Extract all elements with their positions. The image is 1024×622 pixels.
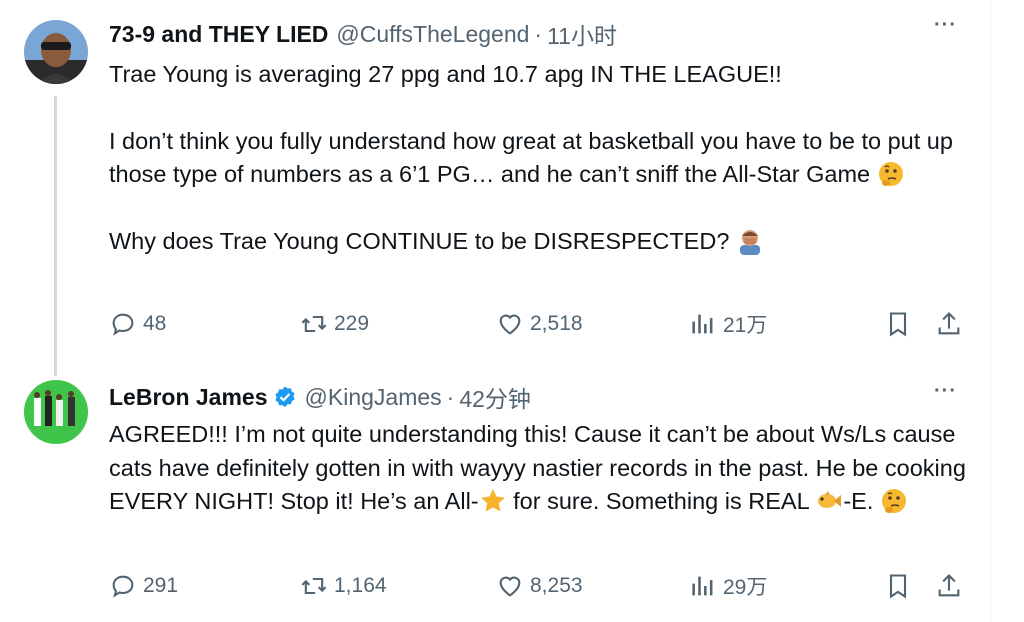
repost-count: 1,164 <box>334 574 387 597</box>
views-button[interactable]: 29万 <box>689 568 767 604</box>
share-icon <box>938 574 960 597</box>
tweet-header: LeBron James @KingJames · 42分钟 <box>109 381 531 413</box>
views-chart-icon <box>692 576 713 596</box>
tweet-text: AGREED!!! I’m not quite understanding th… <box>109 418 969 519</box>
tweet-paragraph-text: -E. <box>843 488 880 514</box>
tweet-paragraph: I don’t think you fully understand how g… <box>109 125 969 192</box>
repost-icon <box>301 315 327 333</box>
reply-button[interactable]: 48 <box>109 306 166 342</box>
tweet-actions: 48 229 2,518 21万 <box>109 306 969 342</box>
bookmark-button[interactable] <box>884 306 918 342</box>
bookmark-button[interactable] <box>884 568 918 604</box>
reply-button[interactable]: 291 <box>109 568 178 604</box>
bookmark-icon <box>889 574 907 599</box>
tweet-cuffsthelegend[interactable]: 73-9 and THEY LIED @CuffsTheLegend · 11小… <box>0 0 990 376</box>
separator: · <box>534 20 543 47</box>
views-count: 29万 <box>723 576 768 599</box>
author-name[interactable]: LeBron James <box>109 384 268 411</box>
thread-line <box>54 96 57 376</box>
repost-icon <box>301 577 327 595</box>
tweet-paragraph: Why does Trae Young CONTINUE to be DISRE… <box>109 225 969 259</box>
views-chart-icon <box>692 314 713 334</box>
tweet-header: 73-9 and THEY LIED @CuffsTheLegend · 11小… <box>109 18 617 50</box>
like-count: 8,253 <box>530 574 583 597</box>
share-button[interactable] <box>935 568 969 604</box>
views-button[interactable]: 21万 <box>689 306 767 342</box>
like-button[interactable]: 8,253 <box>496 568 583 604</box>
thinking-face-emoji <box>877 160 905 188</box>
tweet-paragraph-text: Why does Trae Young CONTINUE to be DISRE… <box>109 227 730 254</box>
separator: · <box>446 383 455 410</box>
like-button[interactable]: 2,518 <box>496 306 583 342</box>
avatar[interactable] <box>24 20 88 84</box>
fish-emoji <box>815 487 843 515</box>
thinking-face-emoji <box>880 487 908 515</box>
tweet-actions: 291 1,164 8,253 29万 <box>109 568 969 604</box>
tweet-paragraph-text: I don’t think you fully understand how g… <box>109 127 960 188</box>
author-handle[interactable]: @CuffsTheLegend <box>336 21 529 48</box>
timestamp[interactable]: 42分钟 <box>459 380 531 414</box>
man-facepalming-emoji <box>736 227 764 255</box>
star-emoji <box>479 487 507 515</box>
repost-count: 229 <box>334 312 370 335</box>
timestamp[interactable]: 11小时 <box>547 17 617 51</box>
bookmark-icon <box>889 312 907 337</box>
repost-button[interactable]: 1,164 <box>300 568 387 604</box>
author-handle[interactable]: @KingJames <box>305 384 442 411</box>
author-name[interactable]: 73-9 and THEY LIED <box>109 21 328 48</box>
views-count: 21万 <box>723 314 768 337</box>
share-button[interactable] <box>935 306 969 342</box>
more-options-icon[interactable]: ··· <box>934 380 957 403</box>
tweet-kingjames[interactable]: LeBron James @KingJames · 42分钟 ··· AGREE… <box>0 370 990 622</box>
reply-icon <box>112 313 134 336</box>
repost-button[interactable]: 229 <box>300 306 369 342</box>
heart-icon <box>499 576 521 597</box>
reply-count: 48 <box>143 312 167 335</box>
tweet-paragraph: AGREED!!! I’m not quite understanding th… <box>109 418 969 519</box>
share-icon <box>938 312 960 335</box>
more-options-icon[interactable]: ··· <box>934 14 957 37</box>
tweet-paragraph-text: for sure. Something is REAL <box>506 488 816 514</box>
column-border <box>990 0 991 622</box>
like-count: 2,518 <box>530 312 583 335</box>
reply-count: 291 <box>143 574 179 597</box>
tweet-paragraph: Trae Young is averaging 27 ppg and 10.7 … <box>109 61 782 87</box>
avatar[interactable] <box>24 380 88 444</box>
reply-icon <box>112 575 134 598</box>
heart-icon <box>499 314 521 335</box>
tweet-text: Trae Young is averaging 27 ppg and 10.7 … <box>109 58 969 258</box>
verified-badge-icon <box>273 385 297 409</box>
